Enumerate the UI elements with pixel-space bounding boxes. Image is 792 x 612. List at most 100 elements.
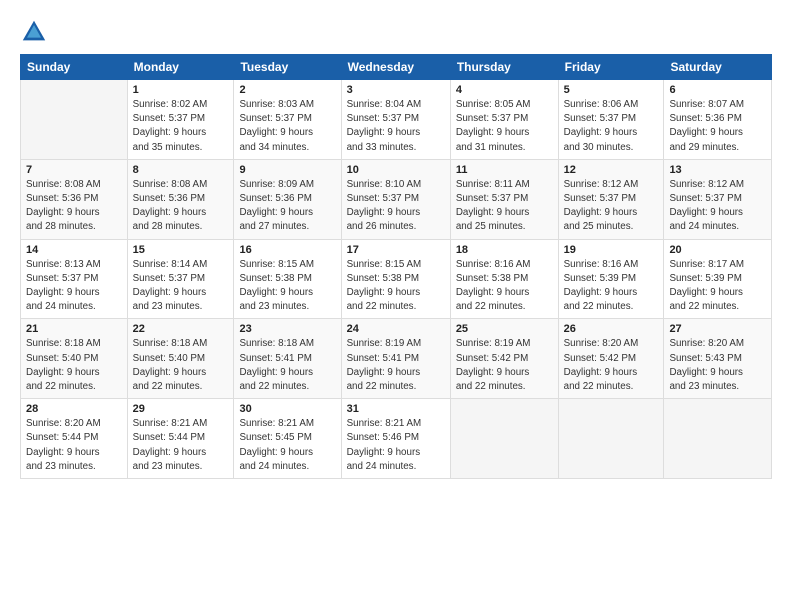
logo bbox=[20, 18, 54, 46]
day-cell: 16 Sunrise: 8:15 AM Sunset: 5:38 PM Dayli… bbox=[234, 239, 341, 319]
day-info: Sunrise: 8:16 AM Sunset: 5:39 PM Dayligh… bbox=[564, 258, 659, 315]
day-number: 17 bbox=[347, 244, 445, 256]
logo-icon bbox=[20, 18, 48, 46]
day-info: Sunrise: 8:12 AM Sunset: 5:37 PM Dayligh… bbox=[564, 178, 659, 235]
day-cell: 24Sunrise: 8:19 AM Sunset: 5:41 PM Dayli… bbox=[341, 319, 450, 399]
day-info: Sunrise: 8:04 AM Sunset: 5:37 PM Dayligh… bbox=[347, 98, 445, 155]
week-row-5: 28 Sunrise: 8:20 AM Sunset: 5:44 PM Dayli… bbox=[21, 399, 772, 479]
week-row-2: 7 Sunrise: 8:08 AM Sunset: 5:36 PM Daylig… bbox=[21, 159, 772, 239]
day-cell: 21 Sunrise: 8:18 AM Sunset: 5:40 PM Dayli… bbox=[21, 319, 128, 399]
day-number: 30 bbox=[239, 403, 335, 415]
day-number: 26 bbox=[564, 323, 659, 335]
day-number: 14 bbox=[26, 244, 122, 256]
day-cell: 23 Sunrise: 8:18 AM Sunset: 5:41 PM Dayli… bbox=[234, 319, 341, 399]
day-number: 13 bbox=[669, 164, 766, 176]
day-number: 24 bbox=[347, 323, 445, 335]
day-cell: 17 Sunrise: 8:15 AM Sunset: 5:38 PM Dayli… bbox=[341, 239, 450, 319]
day-cell: 15 Sunrise: 8:14 AM Sunset: 5:37 PM Dayli… bbox=[127, 239, 234, 319]
day-number: 5 bbox=[564, 84, 659, 96]
day-info: Sunrise: 8:18 AM Sunset: 5:40 PM Dayligh… bbox=[26, 337, 122, 394]
day-cell: 12 Sunrise: 8:12 AM Sunset: 5:37 PM Dayli… bbox=[558, 159, 664, 239]
day-cell bbox=[664, 399, 772, 479]
day-info: Sunrise: 8:15 AM Sunset: 5:38 PM Dayligh… bbox=[347, 258, 445, 315]
day-number: 2 bbox=[239, 84, 335, 96]
day-cell: 1 Sunrise: 8:02 AM Sunset: 5:37 PM Daylig… bbox=[127, 80, 234, 160]
day-info: Sunrise: 8:16 AM Sunset: 5:38 PM Dayligh… bbox=[456, 258, 553, 315]
page: SundayMondayTuesdayWednesdayThursdayFrid… bbox=[0, 0, 792, 612]
day-info: Sunrise: 8:20 AM Sunset: 5:44 PM Dayligh… bbox=[26, 417, 122, 474]
day-number: 18 bbox=[456, 244, 553, 256]
day-cell: 28 Sunrise: 8:20 AM Sunset: 5:44 PM Dayli… bbox=[21, 399, 128, 479]
day-cell bbox=[558, 399, 664, 479]
day-info: Sunrise: 8:19 AM Sunset: 5:42 PM Dayligh… bbox=[456, 337, 553, 394]
day-cell: 13 Sunrise: 8:12 AM Sunset: 5:37 PM Dayli… bbox=[664, 159, 772, 239]
day-number: 3 bbox=[347, 84, 445, 96]
day-number: 19 bbox=[564, 244, 659, 256]
weekday-header-sunday: Sunday bbox=[21, 55, 128, 80]
day-number: 10 bbox=[347, 164, 445, 176]
day-number: 12 bbox=[564, 164, 659, 176]
day-info: Sunrise: 8:20 AM Sunset: 5:43 PM Dayligh… bbox=[669, 337, 766, 394]
day-info: Sunrise: 8:03 AM Sunset: 5:37 PM Dayligh… bbox=[239, 98, 335, 155]
day-cell: 31 Sunrise: 8:21 AM Sunset: 5:46 PM Dayli… bbox=[341, 399, 450, 479]
day-info: Sunrise: 8:21 AM Sunset: 5:44 PM Dayligh… bbox=[133, 417, 229, 474]
day-cell: 29 Sunrise: 8:21 AM Sunset: 5:44 PM Dayli… bbox=[127, 399, 234, 479]
day-cell: 30Sunrise: 8:21 AM Sunset: 5:45 PM Dayli… bbox=[234, 399, 341, 479]
day-number: 22 bbox=[133, 323, 229, 335]
day-cell: 7Sunrise: 8:08 AM Sunset: 5:36 PM Daylig… bbox=[21, 159, 128, 239]
day-number: 15 bbox=[133, 244, 229, 256]
day-cell: 25 Sunrise: 8:19 AM Sunset: 5:42 PM Dayli… bbox=[450, 319, 558, 399]
day-cell: 8 Sunrise: 8:08 AM Sunset: 5:36 PM Daylig… bbox=[127, 159, 234, 239]
day-cell bbox=[450, 399, 558, 479]
day-info: Sunrise: 8:11 AM Sunset: 5:37 PM Dayligh… bbox=[456, 178, 553, 235]
day-cell: 19 Sunrise: 8:16 AM Sunset: 5:39 PM Dayli… bbox=[558, 239, 664, 319]
day-info: Sunrise: 8:15 AM Sunset: 5:38 PM Dayligh… bbox=[239, 258, 335, 315]
day-number: 16 bbox=[239, 244, 335, 256]
day-number: 6 bbox=[669, 84, 766, 96]
day-number: 1 bbox=[133, 84, 229, 96]
day-number: 21 bbox=[26, 323, 122, 335]
day-info: Sunrise: 8:21 AM Sunset: 5:46 PM Dayligh… bbox=[347, 417, 445, 474]
day-cell: 2 Sunrise: 8:03 AM Sunset: 5:37 PM Daylig… bbox=[234, 80, 341, 160]
day-number: 8 bbox=[133, 164, 229, 176]
day-cell: 9Sunrise: 8:09 AM Sunset: 5:36 PM Daylig… bbox=[234, 159, 341, 239]
week-row-4: 21 Sunrise: 8:18 AM Sunset: 5:40 PM Dayli… bbox=[21, 319, 772, 399]
day-info: Sunrise: 8:14 AM Sunset: 5:37 PM Dayligh… bbox=[133, 258, 229, 315]
day-cell: 27 Sunrise: 8:20 AM Sunset: 5:43 PM Dayli… bbox=[664, 319, 772, 399]
day-info: Sunrise: 8:02 AM Sunset: 5:37 PM Dayligh… bbox=[133, 98, 229, 155]
day-cell: 22Sunrise: 8:18 AM Sunset: 5:40 PM Dayli… bbox=[127, 319, 234, 399]
weekday-header-friday: Friday bbox=[558, 55, 664, 80]
day-number: 23 bbox=[239, 323, 335, 335]
day-info: Sunrise: 8:12 AM Sunset: 5:37 PM Dayligh… bbox=[669, 178, 766, 235]
day-number: 27 bbox=[669, 323, 766, 335]
week-row-3: 14 Sunrise: 8:13 AM Sunset: 5:37 PM Dayli… bbox=[21, 239, 772, 319]
day-number: 28 bbox=[26, 403, 122, 415]
weekday-header-saturday: Saturday bbox=[664, 55, 772, 80]
day-cell: 5 Sunrise: 8:06 AM Sunset: 5:37 PM Daylig… bbox=[558, 80, 664, 160]
day-info: Sunrise: 8:08 AM Sunset: 5:36 PM Dayligh… bbox=[133, 178, 229, 235]
day-cell bbox=[21, 80, 128, 160]
weekday-header-thursday: Thursday bbox=[450, 55, 558, 80]
day-number: 31 bbox=[347, 403, 445, 415]
day-info: Sunrise: 8:06 AM Sunset: 5:37 PM Dayligh… bbox=[564, 98, 659, 155]
weekday-header-tuesday: Tuesday bbox=[234, 55, 341, 80]
day-number: 4 bbox=[456, 84, 553, 96]
day-cell: 11 Sunrise: 8:11 AM Sunset: 5:37 PM Dayli… bbox=[450, 159, 558, 239]
day-number: 11 bbox=[456, 164, 553, 176]
day-cell: 18 Sunrise: 8:16 AM Sunset: 5:38 PM Dayli… bbox=[450, 239, 558, 319]
day-cell: 20Sunrise: 8:17 AM Sunset: 5:39 PM Dayli… bbox=[664, 239, 772, 319]
day-cell: 6 Sunrise: 8:07 AM Sunset: 5:36 PM Daylig… bbox=[664, 80, 772, 160]
header bbox=[20, 18, 772, 46]
day-cell: 26 Sunrise: 8:20 AM Sunset: 5:42 PM Dayli… bbox=[558, 319, 664, 399]
day-number: 7 bbox=[26, 164, 122, 176]
day-number: 25 bbox=[456, 323, 553, 335]
day-number: 20 bbox=[669, 244, 766, 256]
day-number: 29 bbox=[133, 403, 229, 415]
day-info: Sunrise: 8:18 AM Sunset: 5:41 PM Dayligh… bbox=[239, 337, 335, 394]
calendar-table: SundayMondayTuesdayWednesdayThursdayFrid… bbox=[20, 54, 772, 479]
day-cell: 3 Sunrise: 8:04 AM Sunset: 5:37 PM Daylig… bbox=[341, 80, 450, 160]
day-info: Sunrise: 8:20 AM Sunset: 5:42 PM Dayligh… bbox=[564, 337, 659, 394]
day-info: Sunrise: 8:13 AM Sunset: 5:37 PM Dayligh… bbox=[26, 258, 122, 315]
day-info: Sunrise: 8:07 AM Sunset: 5:36 PM Dayligh… bbox=[669, 98, 766, 155]
day-cell: 10Sunrise: 8:10 AM Sunset: 5:37 PM Dayli… bbox=[341, 159, 450, 239]
